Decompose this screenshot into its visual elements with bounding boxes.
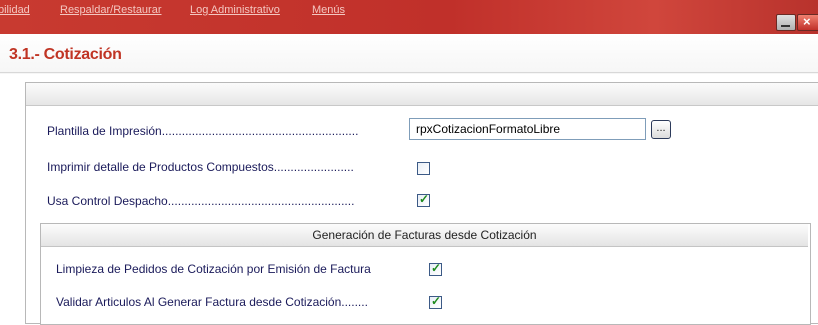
menu-item-log-administrativo[interactable]: Log Administrativo	[190, 4, 280, 16]
menu-item-bilidad[interactable]: bilidad	[0, 4, 30, 16]
plantilla-label: Plantilla de Impresión..................…	[47, 124, 359, 138]
close-icon: ×	[803, 14, 811, 29]
limpieza-pedidos-label: Limpieza de Pedidos de Cotización por Em…	[56, 262, 371, 276]
title-divider	[0, 72, 818, 73]
plantilla-field[interactable]: rpxCotizacionFormatoLibre	[409, 118, 646, 140]
title-area	[0, 34, 818, 74]
facturas-group-title: Generación de Facturas desde Cotización	[41, 224, 808, 247]
control-despacho-checkbox[interactable]: ✓	[417, 192, 430, 207]
browse-button[interactable]: ...	[651, 120, 671, 139]
detalle-productos-label: Imprimir detalle de Productos Compuestos…	[47, 160, 354, 174]
menu-item-menus[interactable]: Menús	[312, 4, 345, 16]
menu-item-respaldar-restaurar[interactable]: Respaldar/Restaurar	[60, 4, 162, 16]
check-icon: ✓	[419, 192, 430, 206]
control-despacho-label: Usa Control Despacho....................…	[47, 194, 355, 208]
close-button[interactable]: ×	[797, 14, 818, 31]
check-icon: ✓	[431, 261, 442, 275]
detalle-productos-checkbox[interactable]	[417, 162, 430, 175]
page-title: 3.1.- Cotización	[9, 46, 122, 63]
validar-articulos-checkbox[interactable]: ✓	[429, 294, 442, 309]
settings-panel-header	[26, 83, 818, 106]
limpieza-pedidos-checkbox[interactable]: ✓	[429, 261, 442, 276]
minimize-button[interactable]	[776, 14, 796, 31]
check-icon: ✓	[431, 294, 442, 308]
menu-bar: bilidad Respaldar/Restaurar Log Administ…	[0, 0, 818, 34]
validar-articulos-label: Validar Articulos Al Generar Factura des…	[56, 295, 368, 309]
